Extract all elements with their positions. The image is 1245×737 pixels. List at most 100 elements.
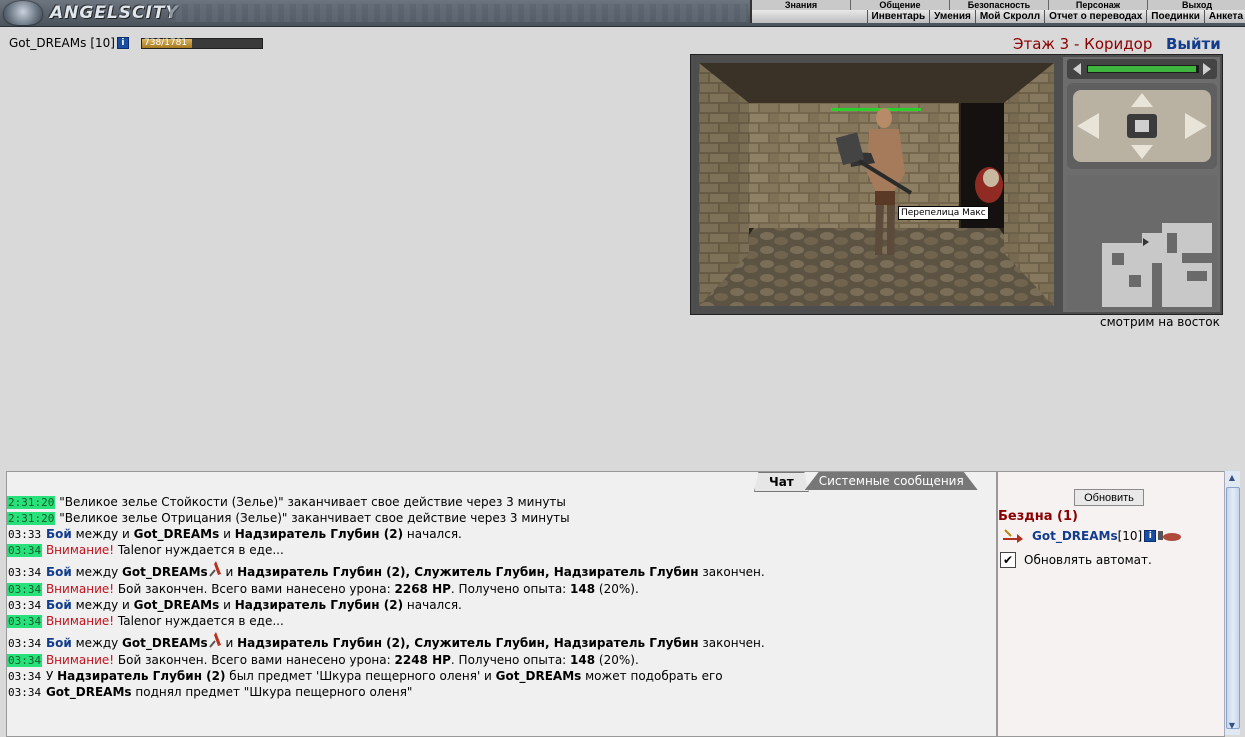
message-timestamp[interactable]: 03:34 (7, 654, 43, 667)
chat-scrollbar[interactable]: ▲ ▼ (1224, 471, 1240, 735)
message-text: Бой закончен. Всего вами нанесено урона: (114, 653, 395, 667)
name-text: Got_DREAMs (133, 598, 220, 612)
name-text: Got_DREAMs (495, 669, 582, 683)
message-text: "Великое зелье Отрицания (Зелье)" заканч… (59, 511, 570, 525)
location-title: Этаж 3 - Коридор (1013, 35, 1153, 53)
chat-tabs: Чат Системные сообщения (754, 472, 978, 492)
message-timestamp[interactable]: 03:34 (7, 637, 42, 650)
name-text: Надзиратель Глубин (2) (234, 527, 404, 541)
menu-character[interactable]: Персонаж (1049, 0, 1148, 10)
message-timestamp[interactable]: 03:34 (7, 686, 42, 699)
info-icon[interactable]: i (1144, 530, 1157, 542)
chat-message: 2:31:20 "Великое зелье Стойкости (Зелье)… (7, 494, 992, 510)
online-user-name[interactable]: Got_DREAMs (1032, 529, 1118, 543)
message-text: между и (71, 598, 134, 612)
chat-message: 03:34 Бой между и Got_DREAMs и Надзирате… (7, 597, 992, 613)
chat-message: 03:34 Внимание! Talenor нуждается в еде.… (7, 542, 992, 558)
refresh-button[interactable]: Обновить (1074, 489, 1144, 506)
game-logo[interactable]: ANGELSCITY (4, 1, 179, 25)
online-user-row: Got_DREAMs [10] i (1002, 528, 1182, 544)
online-user-level: [10] (1117, 529, 1143, 543)
message-timestamp[interactable]: 03:34 (7, 544, 43, 557)
message-timestamp[interactable]: 03:34 (7, 599, 42, 612)
message-text: был предмет 'Шкура пещерного оленя' и (225, 669, 496, 683)
room-title: Бездна (1) (998, 509, 1078, 524)
message-text: Talenor нуждается в еде... (114, 543, 284, 557)
player-name[interactable]: Got_DREAMs (9, 36, 86, 50)
menu-exit[interactable]: Выход (1148, 0, 1245, 10)
message-timestamp[interactable]: 03:33 (7, 528, 42, 541)
message-timestamp[interactable]: 03:34 (7, 566, 42, 579)
battle-link[interactable]: Бой (46, 565, 72, 579)
menu-transfer-report[interactable]: Отчет о переводах (1044, 10, 1146, 23)
secondary-menu: Инвентарь Умения Мой Скролл Отчет о пере… (750, 10, 1245, 23)
scroll-down-icon[interactable]: ▼ (1227, 721, 1237, 733)
menu-inventory[interactable]: Инвентарь (866, 10, 930, 23)
message-timestamp[interactable]: 03:34 (7, 615, 43, 628)
message-text: (20%). (595, 582, 639, 596)
auto-refresh-row: ✔ Обновлять автомат. (1000, 552, 1152, 568)
chat-message: 03:34 Внимание! Talenor нуждается в еде.… (7, 613, 992, 629)
menu-communication[interactable]: Общение (851, 0, 950, 10)
menu-profile[interactable]: Анкета (1203, 10, 1245, 23)
message-timestamp[interactable]: 2:31:20 (7, 512, 56, 525)
info-icon[interactable]: i (116, 37, 129, 49)
message-text: между и (71, 527, 134, 541)
chat-message: 03:34 Got_DREAMs поднял предмет "Шкура п… (7, 684, 992, 700)
battle-link[interactable]: Бой (46, 636, 72, 650)
private-message-icon[interactable] (1002, 528, 1024, 544)
message-text: закончен. (698, 565, 765, 579)
warning-label: Внимание! (45, 582, 115, 596)
auto-refresh-checkbox[interactable]: ✔ (1000, 552, 1016, 568)
facing-direction: смотрим на восток (1100, 315, 1220, 329)
dungeon-scene[interactable]: Перепелица Макс (699, 63, 1054, 306)
message-text: Talenor нуждается в еде... (114, 614, 284, 628)
chat-message: 03:34 Внимание! Бой закончен. Всего вами… (7, 581, 992, 597)
chat-message: 03:34 Бой между Got_DREAMs и Надзиратель… (7, 629, 992, 652)
battle-link[interactable]: Бой (46, 598, 72, 612)
scroll-thumb[interactable] (1226, 487, 1240, 729)
menu-security[interactable]: Безопасность (950, 0, 1049, 10)
chat-message: 03:34 Бой между Got_DREAMs и Надзиратель… (7, 558, 992, 581)
message-text: и (219, 527, 235, 541)
name-text: Got_DREAMs (133, 527, 220, 541)
message-text: начался. (403, 527, 462, 541)
menu-skills[interactable]: Умения (929, 10, 975, 23)
tab-system-messages[interactable]: Системные сообщения (804, 472, 978, 490)
message-text: и (221, 636, 238, 650)
sword-icon[interactable] (208, 631, 222, 649)
chat-message: 03:33 Бой между и Got_DREAMs и Надзирате… (7, 526, 992, 542)
menu-duels[interactable]: Поединки (1146, 10, 1204, 23)
warning-label: Внимание! (45, 543, 115, 557)
auto-refresh-label: Обновлять автомат. (1024, 553, 1152, 567)
banner-decoration (170, 4, 748, 22)
name-text: Got_DREAMs (122, 565, 208, 579)
message-timestamp[interactable]: 03:34 (7, 670, 42, 683)
menu-my-scroll[interactable]: Мой Скролл (974, 10, 1044, 23)
logo-text: ANGELSCITY (50, 3, 179, 23)
name-text: 148 (570, 582, 596, 596)
battle-link[interactable]: Бой (46, 527, 72, 541)
dungeon-view-frame: Перепелица Макс (690, 54, 1223, 315)
message-text: поднял предмет "Шкура пещерного оленя" (131, 685, 413, 699)
message-text: начался. (403, 598, 462, 612)
status-icon (1158, 531, 1182, 541)
exit-link[interactable]: Выйти (1166, 35, 1221, 53)
message-timestamp[interactable]: 2:31:20 (7, 496, 56, 509)
message-timestamp[interactable]: 03:34 (7, 583, 43, 596)
player-level: [10] (90, 36, 115, 50)
sword-icon[interactable] (208, 560, 222, 578)
navigation-panel (1063, 57, 1220, 312)
warning-label: Внимание! (45, 653, 115, 667)
message-text: и (221, 565, 238, 579)
top-banner: ANGELSCITY Знания Общение Безопасность П… (0, 0, 1245, 27)
scroll-up-icon[interactable]: ▲ (1227, 473, 1237, 485)
npc-name-label[interactable]: Перепелица Макс (898, 206, 989, 220)
name-text: Got_DREAMs (122, 636, 208, 650)
menu-knowledge[interactable]: Знания (752, 0, 851, 10)
chat-message: 2:31:20 "Великое зелье Отрицания (Зелье)… (7, 510, 992, 526)
logo-crest-icon (4, 1, 42, 25)
tab-chat[interactable]: Чат (754, 472, 809, 492)
npc-health-bar (831, 108, 921, 111)
hp-bar: 738/1781 (141, 38, 263, 49)
